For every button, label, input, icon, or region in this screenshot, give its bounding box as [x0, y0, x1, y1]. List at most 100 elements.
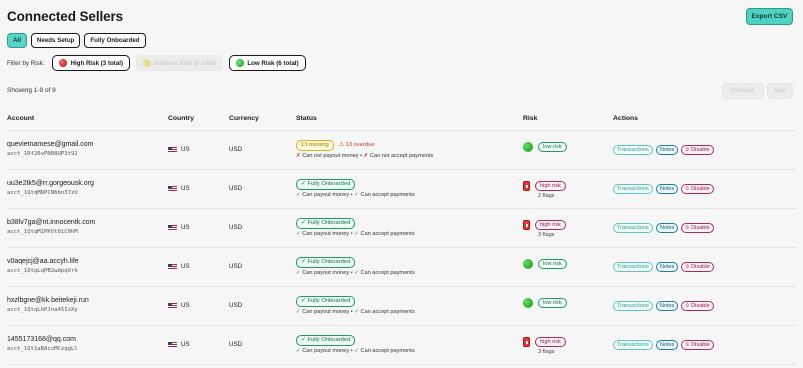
transactions-button[interactable]: Transactions — [613, 184, 653, 194]
ban-icon: ⦸ — [685, 185, 690, 192]
risk-level-icon — [523, 142, 533, 152]
account-email: hxzlbgne@kk.beitekeji.run — [7, 297, 89, 304]
high-risk-filter-chip[interactable]: High Risk (3 total) — [52, 55, 131, 71]
payout-status: Can payout money — [302, 309, 350, 315]
currency-code: USD — [229, 302, 243, 309]
table-header: Account Country Currency Status Risk Act… — [7, 107, 796, 131]
page-title: Connected Sellers — [7, 9, 124, 24]
us-flag-icon — [168, 302, 177, 309]
risk-level-icon — [523, 181, 530, 191]
flag-count: 3 flags — [538, 232, 555, 238]
ban-icon: ⦸ — [685, 302, 690, 309]
us-flag-icon — [168, 263, 177, 270]
account-email: uu3e2tk5@rr.gorgeousk.org — [7, 180, 94, 187]
notes-button[interactable]: Notes — [655, 184, 679, 194]
notes-button[interactable]: Notes — [655, 223, 679, 233]
flag-count: 2 flags — [538, 193, 555, 199]
risk-filter-label: Filter by Risk: — [7, 59, 45, 67]
notes-button[interactable]: Notes — [655, 145, 679, 155]
currency-code: USD — [229, 224, 243, 231]
notes-button[interactable]: Notes — [655, 340, 679, 350]
results-count: Showing 1-9 of 9 — [7, 87, 56, 94]
export-csv-button[interactable]: Export CSV — [746, 8, 793, 25]
status-badge: ✓ Fully Onboarded — [296, 217, 356, 229]
country-code: US — [181, 341, 190, 348]
country-code: US — [181, 302, 190, 309]
transactions-button[interactable]: Transactions — [613, 301, 653, 311]
column-status: Status — [296, 115, 317, 122]
overdue-count: 13 overdue — [345, 142, 375, 148]
risk-badge: low risk — [538, 142, 567, 152]
capabilities-line: ✓ Can payout money • ✓ Can accept paymen… — [296, 309, 415, 315]
status-badge: ✓ Fully Onboarded — [296, 295, 356, 307]
transactions-button[interactable]: Transactions — [613, 223, 653, 233]
tab-fully-onboarded[interactable]: Fully Onboarded — [84, 33, 146, 48]
notes-button[interactable]: Notes — [655, 301, 679, 311]
row-actions: Transactions Notes ⦸ Disable — [613, 184, 714, 194]
account-id: acct_1Qt1aBAccMCzqgLl — [7, 346, 78, 352]
capabilities-line: ✗ Can not payout money • ✗ Can not accep… — [296, 153, 434, 159]
status-cell: ✓ Fully Onboarded ⚠ ✓ Can payout money •… — [296, 217, 415, 237]
transactions-button[interactable]: Transactions — [613, 262, 653, 272]
risk-cell: low risk — [523, 259, 567, 269]
previous-page-button[interactable]: Previous — [722, 83, 764, 99]
medium-risk-filter-chip[interactable]: Medium Risk (0 total) — [136, 55, 224, 71]
disable-button[interactable]: ⦸ Disable — [681, 262, 714, 272]
account-id: acct_1Rf26vPN08UP3t92 — [7, 151, 78, 157]
payout-status-icon: ✗ — [296, 153, 301, 159]
country-cell: US — [168, 146, 190, 153]
us-flag-icon — [168, 146, 177, 153]
red-circle-icon — [59, 59, 68, 67]
us-flag-icon — [168, 341, 177, 348]
risk-level-icon — [523, 337, 530, 347]
status-cell: ✓ Fully Onboarded ⚠ ✓ Can payout money •… — [296, 256, 415, 276]
tab-needs-setup[interactable]: Needs Setup — [30, 33, 81, 48]
country-cell: US — [168, 185, 190, 192]
payments-status: Can not accept payments — [369, 153, 434, 159]
risk-cell: low risk — [523, 142, 567, 152]
disable-button[interactable]: ⦸ Disable — [681, 184, 714, 194]
account-email: v0aqejcj@aa.accyh.life — [7, 258, 79, 265]
table-row: 1455173168@qq.com acct_1Qt1aBAccMCzqgLl … — [7, 326, 796, 365]
account-email: 1455173168@qq.com — [7, 336, 76, 343]
next-page-button[interactable]: Next — [767, 83, 793, 99]
ban-icon: ⦸ — [685, 146, 690, 153]
account-id: acct_1QtqM1PKVt01C0hM — [7, 229, 78, 235]
table-row: quevietnamese@gmail.com acct_1Rf26vPN08U… — [7, 131, 796, 170]
disable-button[interactable]: ⦸ Disable — [681, 340, 714, 350]
transactions-button[interactable]: Transactions — [613, 340, 653, 350]
risk-cell: low risk — [523, 298, 567, 308]
disable-label: Disable — [691, 147, 710, 153]
disable-label: Disable — [691, 186, 710, 192]
disable-button[interactable]: ⦸ Disable — [681, 301, 714, 311]
capabilities-line: ✓ Can payout money • ✓ Can accept paymen… — [296, 270, 415, 276]
ban-icon: ⦸ — [685, 341, 690, 348]
ban-icon: ⦸ — [685, 263, 690, 270]
warning-icon: ⚠ — [338, 142, 344, 148]
payments-status: Can accept payments — [360, 348, 415, 354]
disable-button[interactable]: ⦸ Disable — [681, 223, 714, 233]
country-code: US — [181, 146, 190, 153]
table-row: b38lv7ga@nt.innocentk.com acct_1QtqM1PKV… — [7, 209, 796, 248]
table-row: hxzlbgne@kk.beitekeji.run acct_1QtqLhPJn… — [7, 287, 796, 326]
yellow-circle-icon — [143, 59, 152, 67]
us-flag-icon — [168, 224, 177, 231]
status-badge: ✓ Fully Onboarded — [296, 178, 356, 190]
status-badge: ✓ Fully Onboarded — [296, 334, 356, 346]
low-risk-filter-chip[interactable]: Low Risk (6 total) — [229, 55, 306, 71]
payout-status-icon: ✓ — [296, 348, 301, 354]
risk-level-icon — [523, 220, 530, 230]
low-risk-filter-label: Low Risk (6 total) — [247, 59, 299, 67]
risk-badge: low risk — [538, 298, 567, 308]
overdue-warning: ⚠ 13 overdue — [339, 142, 375, 148]
capabilities-line: ✓ Can payout money • ✓ Can accept paymen… — [296, 192, 415, 198]
currency-code: USD — [229, 185, 243, 192]
transactions-button[interactable]: Transactions — [613, 145, 653, 155]
disable-button[interactable]: ⦸ Disable — [681, 145, 714, 155]
row-actions: Transactions Notes ⦸ Disable — [613, 301, 714, 311]
notes-button[interactable]: Notes — [655, 262, 679, 272]
tab-all[interactable]: All — [7, 33, 27, 48]
risk-cell: high risk — [523, 337, 566, 347]
payout-status: Can payout money — [302, 348, 350, 354]
country-code: US — [181, 263, 190, 270]
